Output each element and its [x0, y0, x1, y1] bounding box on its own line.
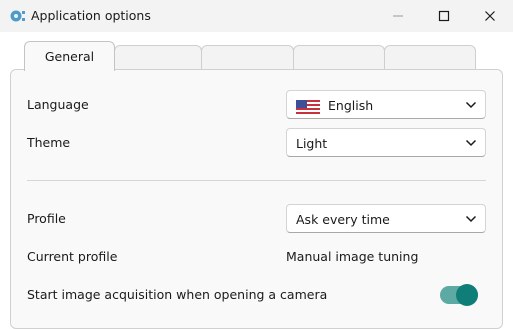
section-divider — [27, 180, 486, 181]
tab-2[interactable] — [114, 45, 202, 69]
profile-label: Profile — [27, 211, 66, 226]
profile-value: Ask every time — [296, 212, 390, 227]
close-button[interactable] — [467, 0, 513, 32]
start-acquisition-toggle[interactable] — [440, 284, 478, 306]
language-select[interactable]: English — [286, 90, 486, 119]
tab-5[interactable] — [384, 45, 476, 69]
tab-general[interactable]: General — [24, 41, 115, 71]
chevron-down-icon — [465, 215, 477, 223]
toggle-knob — [456, 284, 478, 306]
close-icon — [485, 11, 495, 21]
tab-4[interactable] — [293, 45, 385, 69]
tab-label: General — [44, 49, 95, 64]
profile-select[interactable]: Ask every time — [286, 204, 486, 233]
current-profile-label: Current profile — [27, 249, 118, 264]
start-acquisition-label: Start image acquisition when opening a c… — [27, 287, 328, 302]
gear-icon — [10, 8, 26, 24]
maximize-icon — [438, 10, 450, 22]
minimize-button[interactable] — [375, 0, 421, 32]
minimize-icon — [393, 15, 403, 17]
maximize-button[interactable] — [421, 0, 467, 32]
theme-label: Theme — [27, 135, 71, 150]
window-title: Application options — [31, 8, 151, 23]
theme-value: Light — [296, 136, 328, 151]
chevron-down-icon — [465, 139, 477, 147]
language-value: English — [328, 98, 374, 113]
chevron-down-icon — [465, 101, 477, 109]
theme-select[interactable]: Light — [286, 128, 486, 157]
current-profile-value: Manual image tuning — [286, 249, 419, 264]
title-bar: Application options — [0, 0, 513, 32]
tab-3[interactable] — [201, 45, 294, 69]
language-label: Language — [27, 97, 89, 112]
us-flag-icon — [296, 99, 320, 118]
